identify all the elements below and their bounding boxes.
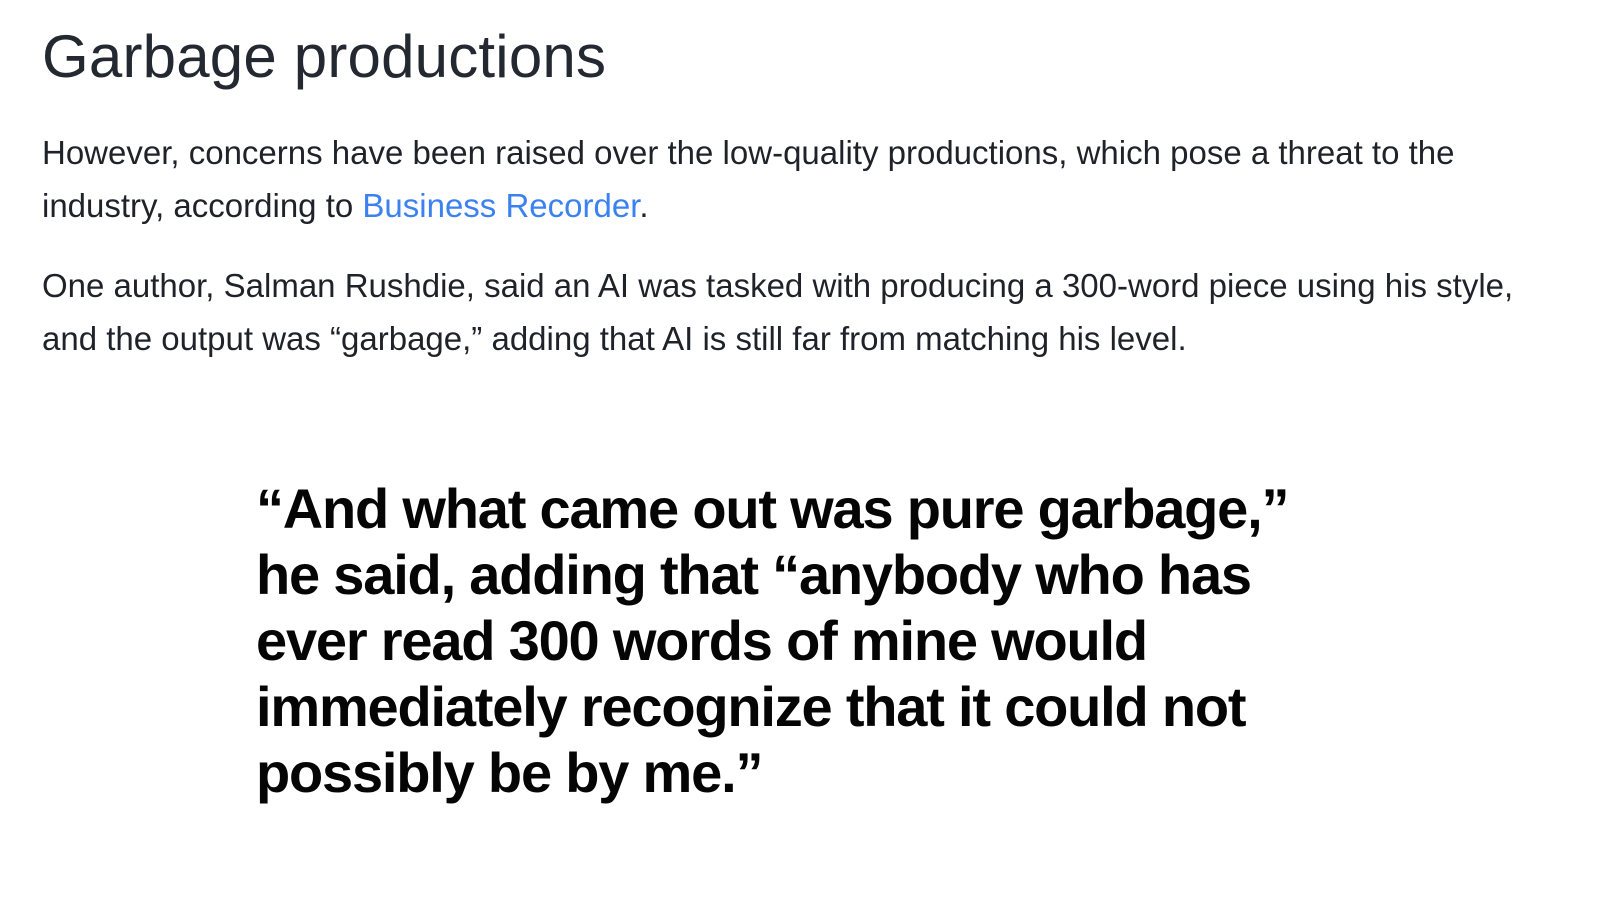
paragraph-text: However, concerns have been raised over … — [42, 134, 1455, 224]
paragraph-concerns: However, concerns have been raised over … — [42, 126, 1562, 232]
paragraph-text-end: . — [639, 187, 649, 224]
pull-quote: “And what came out was pure garbage,” he… — [256, 477, 1289, 804]
section-heading: Garbage productions — [42, 23, 607, 90]
paragraph-rushdie: One author, Salman Rushdie, said an AI w… — [42, 267, 1514, 357]
business-recorder-link[interactable]: Business Recorder — [362, 187, 639, 224]
